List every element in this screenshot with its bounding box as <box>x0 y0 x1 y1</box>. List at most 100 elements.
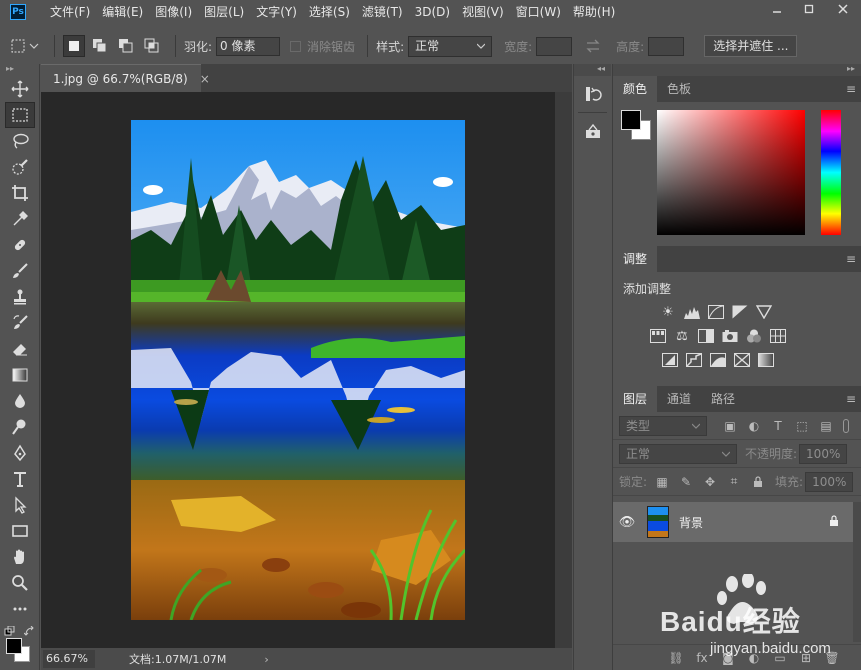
vibrance-icon[interactable] <box>755 303 773 321</box>
type-tool[interactable] <box>5 466 35 492</box>
color-swatches[interactable] <box>0 624 39 664</box>
delete-layer-icon[interactable]: 🗑 <box>822 651 842 665</box>
panel-menu-icon[interactable]: ≡ <box>846 246 856 272</box>
move-tool[interactable] <box>5 76 35 102</box>
opacity-input[interactable]: 100% <box>799 443 848 464</box>
brush-tool[interactable] <box>5 258 35 284</box>
gradient-map-icon[interactable] <box>757 351 775 369</box>
healing-brush-tool[interactable] <box>5 232 35 258</box>
zoom-level-field[interactable]: 66.67% <box>43 650 95 668</box>
menu-file[interactable]: 文件(F) <box>46 0 98 24</box>
tab-layers[interactable]: 图层 <box>613 386 658 412</box>
hand-tool[interactable] <box>5 544 35 570</box>
menu-window[interactable]: 窗口(W) <box>512 0 569 24</box>
layer-row-background[interactable]: 👁 背景 <box>613 502 853 542</box>
new-layer-icon[interactable]: ⊞ <box>796 651 816 665</box>
lock-transparent-icon[interactable]: ▦ <box>653 473 671 491</box>
menu-edit[interactable]: 编辑(E) <box>98 0 151 24</box>
history-brush-tool[interactable] <box>5 310 35 336</box>
tab-color[interactable]: 颜色 <box>613 76 658 102</box>
menu-3d[interactable]: 3D(D) <box>411 0 458 24</box>
hue-saturation-icon[interactable] <box>649 327 667 345</box>
add-to-selection-button[interactable] <box>89 35 111 57</box>
photo-filter-icon[interactable] <box>721 327 739 345</box>
zoom-tool[interactable] <box>5 570 35 596</box>
close-document-icon[interactable]: × <box>200 72 210 86</box>
color-lookup-icon[interactable] <box>769 327 787 345</box>
lock-pixels-icon[interactable]: ✎ <box>677 473 695 491</box>
lock-all-icon[interactable] <box>749 473 767 491</box>
swap-dimensions-button[interactable] <box>582 35 604 57</box>
link-layers-icon[interactable]: ⛓ <box>666 651 686 665</box>
filter-type-icon[interactable]: T <box>769 417 787 435</box>
eyedropper-tool[interactable] <box>5 206 35 232</box>
collapse-panels-icon[interactable]: ◂◂ <box>574 64 611 76</box>
pen-tool[interactable] <box>5 440 35 466</box>
exposure-icon[interactable] <box>731 303 749 321</box>
rectangular-marquee-tool[interactable] <box>5 102 35 128</box>
lock-artboard-icon[interactable]: ⌗ <box>725 473 743 491</box>
levels-icon[interactable] <box>683 303 701 321</box>
color-field[interactable] <box>657 110 805 235</box>
filter-pixel-icon[interactable]: ▣ <box>721 417 739 435</box>
threshold-icon[interactable] <box>709 351 727 369</box>
layer-style-icon[interactable]: fx <box>692 651 712 665</box>
lasso-tool[interactable] <box>5 128 35 154</box>
width-input[interactable] <box>536 36 573 56</box>
feather-input[interactable]: 0 像素 <box>216 36 281 56</box>
menu-view[interactable]: 视图(V) <box>458 0 512 24</box>
new-group-icon[interactable]: ▭ <box>770 651 790 665</box>
tab-channels[interactable]: 通道 <box>657 386 701 412</box>
fill-input[interactable]: 100% <box>805 471 854 492</box>
curves-icon[interactable] <box>707 303 725 321</box>
black-white-icon[interactable] <box>697 327 715 345</box>
foreground-color-swatch[interactable] <box>621 110 641 130</box>
tab-paths[interactable]: 路径 <box>701 386 745 412</box>
add-mask-icon[interactable]: ◙ <box>718 651 738 665</box>
dodge-tool[interactable] <box>5 414 35 440</box>
tab-swatches[interactable]: 色板 <box>657 76 701 102</box>
properties-panel-button[interactable] <box>578 117 608 145</box>
height-input[interactable] <box>648 36 685 56</box>
color-balance-icon[interactable]: ⚖ <box>673 327 691 345</box>
brightness-contrast-icon[interactable]: ☀ <box>659 303 677 321</box>
panel-menu-icon[interactable]: ≡ <box>846 386 856 412</box>
hue-slider[interactable] <box>821 110 841 235</box>
marquee-preset-button[interactable] <box>8 35 42 57</box>
style-select[interactable]: 正常 <box>408 35 493 57</box>
antialias-checkbox[interactable] <box>290 40 302 52</box>
crop-tool[interactable] <box>5 180 35 206</box>
menu-layer[interactable]: 图层(L) <box>200 0 252 24</box>
new-adjustment-layer-icon[interactable]: ◐ <box>744 651 764 665</box>
posterize-icon[interactable] <box>685 351 703 369</box>
blur-tool[interactable] <box>5 388 35 414</box>
channel-mixer-icon[interactable] <box>745 327 763 345</box>
filter-adjustment-icon[interactable]: ◐ <box>745 417 763 435</box>
minimize-button[interactable] <box>761 0 793 18</box>
eraser-tool[interactable] <box>5 336 35 362</box>
new-selection-button[interactable] <box>63 35 85 57</box>
rectangle-tool[interactable] <box>5 518 35 544</box>
layers-scrollbar[interactable] <box>853 502 861 642</box>
blend-mode-select[interactable]: 正常 <box>619 443 737 464</box>
gradient-tool[interactable] <box>5 362 35 388</box>
status-menu-arrow[interactable]: › <box>264 653 268 666</box>
menu-type[interactable]: 文字(Y) <box>252 0 305 24</box>
menu-image[interactable]: 图像(I) <box>151 0 200 24</box>
quick-selection-tool[interactable] <box>5 154 35 180</box>
subtract-selection-button[interactable] <box>115 35 137 57</box>
clone-stamp-tool[interactable] <box>5 284 35 310</box>
lock-position-icon[interactable]: ✥ <box>701 473 719 491</box>
menu-select[interactable]: 选择(S) <box>305 0 358 24</box>
menu-filter[interactable]: 滤镜(T) <box>358 0 411 24</box>
layer-kind-filter[interactable]: 类型 <box>619 415 707 436</box>
intersect-selection-button[interactable] <box>141 35 163 57</box>
canvas-area[interactable] <box>41 92 572 648</box>
more-tools-button[interactable] <box>5 596 35 622</box>
visibility-eye-icon[interactable]: 👁 <box>613 515 641 530</box>
filter-toggle[interactable] <box>843 418 849 433</box>
close-button[interactable] <box>825 0 861 18</box>
invert-icon[interactable] <box>661 351 679 369</box>
tab-adjustments[interactable]: 调整 <box>613 246 658 272</box>
filter-smart-object-icon[interactable]: ▤ <box>817 417 835 435</box>
